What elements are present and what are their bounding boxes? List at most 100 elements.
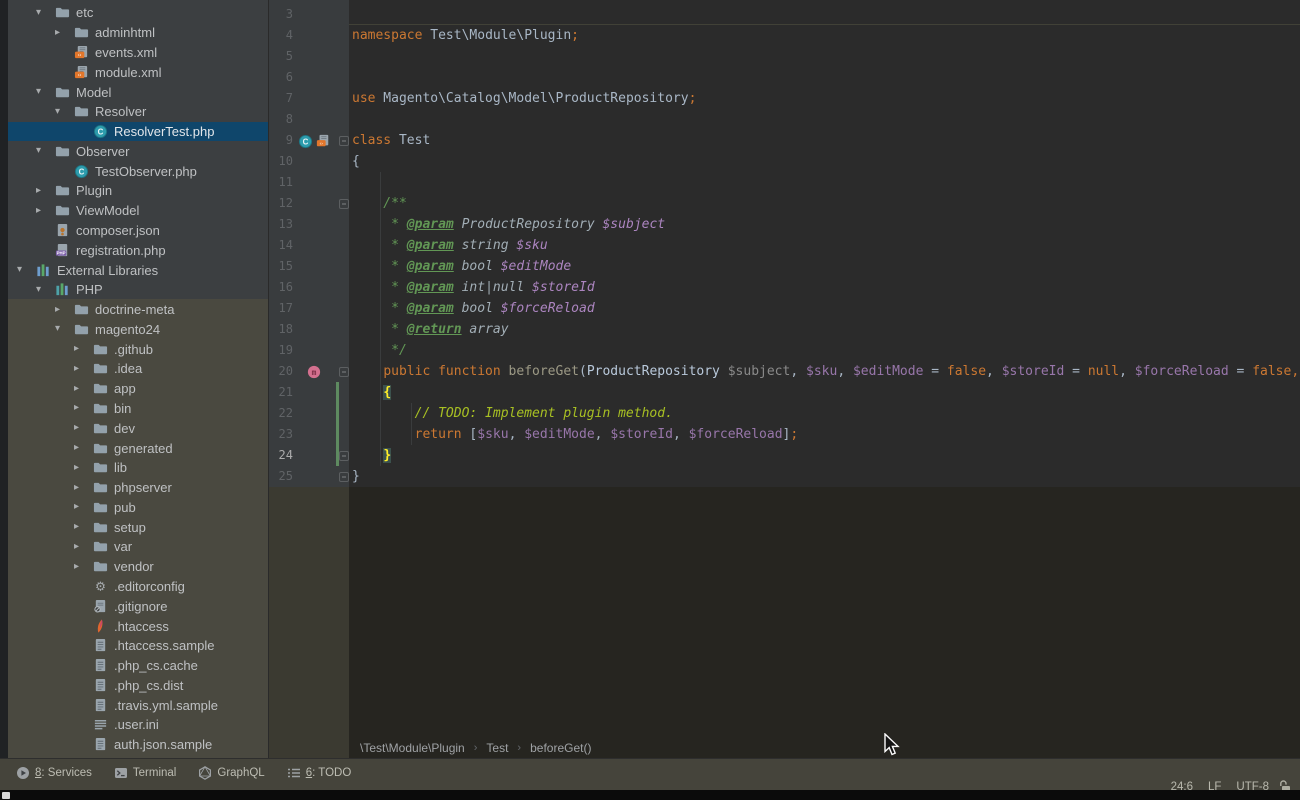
toolwindow-button--todo[interactable]: 6: TODO [287,766,352,780]
tree-item-plugin[interactable]: ▸Plugin [8,181,268,201]
tree-item--php-cs-dist[interactable]: .php_cs.dist [8,676,268,696]
tree-item-setup[interactable]: ▸setup [8,517,268,537]
toolwindow-button-terminal[interactable]: Terminal [114,766,176,780]
line-number[interactable]: 11 [269,172,293,193]
tree-item-model[interactable]: ▾Model [8,82,268,102]
chevron-expanded-icon[interactable]: ▾ [36,285,55,295]
line-number[interactable]: 16 [269,277,293,298]
tree-item--travis-yml-sample[interactable]: .travis.yml.sample [8,695,268,715]
tree-item-magento24[interactable]: ▾magento24 [8,319,268,339]
chevron-collapsed-icon[interactable]: ▸ [74,443,93,453]
line-number[interactable]: 7 [269,88,293,109]
chevron-expanded-icon[interactable]: ▾ [17,265,36,275]
line-number[interactable]: 13 [269,214,293,235]
chevron-collapsed-icon[interactable]: ▸ [55,305,74,315]
chevron-expanded-icon[interactable]: ▾ [55,107,74,117]
tree-item--gitignore[interactable]: .gitignore [8,596,268,616]
magento-xml-gutter-icon[interactable]: ‹› [316,134,330,148]
line-number[interactable]: 15 [269,256,293,277]
chevron-collapsed-icon[interactable]: ▸ [74,384,93,394]
chevron-collapsed-icon[interactable]: ▸ [74,344,93,354]
chevron-expanded-icon[interactable]: ▾ [36,87,55,97]
chevron-collapsed-icon[interactable]: ▸ [74,502,93,512]
chevron-collapsed-icon[interactable]: ▸ [55,28,74,38]
tree-item-pub[interactable]: ▸pub [8,498,268,518]
chevron-expanded-icon[interactable]: ▾ [36,146,55,156]
tree-item-testobserver-php[interactable]: CTestObserver.php [8,161,268,181]
fold-start-marker[interactable] [339,367,349,377]
fold-start-marker[interactable] [339,136,349,146]
tree-item-vendor[interactable]: ▸vendor [8,557,268,577]
tree-item-auth-json-sample[interactable]: auth.json.sample [8,735,268,755]
tree-item-generated[interactable]: ▸generated [8,438,268,458]
chevron-collapsed-icon[interactable]: ▸ [36,186,55,196]
tree-item--editorconfig[interactable]: ⚙.editorconfig [8,577,268,597]
project-tree-panel[interactable]: ▾etc▸adminhtml‹›events.xml‹›module.xml▾M… [8,0,268,758]
line-number[interactable]: 8 [269,109,293,130]
line-number[interactable]: 18 [269,319,293,340]
chevron-collapsed-icon[interactable]: ▸ [74,542,93,552]
tree-item--github[interactable]: ▸.github [8,339,268,359]
breadcrumb-item[interactable]: beforeGet() [530,741,591,755]
line-number[interactable]: 25 [269,466,293,487]
fold-end-marker[interactable] [339,451,349,461]
line-number[interactable]: 20 [269,361,293,382]
line-number[interactable]: 14 [269,235,293,256]
tree-item-dev[interactable]: ▸dev [8,418,268,438]
chevron-collapsed-icon[interactable]: ▸ [74,522,93,532]
tree-item--htaccess-sample[interactable]: .htaccess.sample [8,636,268,656]
tree-item-var[interactable]: ▸var [8,537,268,557]
line-number[interactable]: 3 [269,4,293,25]
breadcrumb-item[interactable]: Test [486,741,508,755]
chevron-collapsed-icon[interactable]: ▸ [74,423,93,433]
line-number[interactable]: 21 [269,382,293,403]
line-number[interactable]: 22 [269,403,293,424]
toolwindow-button--services[interactable]: 8: Services [16,766,92,780]
tree-item-registration-php[interactable]: PHPregistration.php [8,240,268,260]
tree-item-adminhtml[interactable]: ▸adminhtml [8,23,268,43]
php-class-gutter-icon[interactable]: C [298,134,312,148]
chevron-collapsed-icon[interactable]: ▸ [74,562,93,572]
tree-item--php-cs-cache[interactable]: .php_cs.cache [8,656,268,676]
tree-item-phpserver[interactable]: ▸phpserver [8,478,268,498]
chevron-collapsed-icon[interactable]: ▸ [74,364,93,374]
tree-item--idea[interactable]: ▸.idea [8,359,268,379]
line-number[interactable]: 6 [269,67,293,88]
fold-start-marker[interactable] [339,199,349,209]
chevron-expanded-icon[interactable]: ▾ [36,8,55,18]
tree-item--htaccess[interactable]: .htaccess [8,616,268,636]
breadcrumb-item[interactable]: \Test\Module\Plugin [360,741,465,755]
editor-code-pane[interactable]: \Test\Module\Plugin›Test›beforeGet() nam… [349,0,1300,758]
toolwindow-button-graphql[interactable]: GraphQL [198,766,264,780]
line-number[interactable]: 23 [269,424,293,445]
tree-item-bin[interactable]: ▸bin [8,399,268,419]
tree-item-lib[interactable]: ▸lib [8,458,268,478]
tree-item-doctrine-meta[interactable]: ▸doctrine-meta [8,300,268,320]
chevron-collapsed-icon[interactable]: ▸ [36,206,55,216]
tree-item-external-libraries[interactable]: ▾External Libraries [8,260,268,280]
tree-item--user-ini[interactable]: .user.ini [8,715,268,735]
tree-item-viewmodel[interactable]: ▸ViewModel [8,201,268,221]
chevron-expanded-icon[interactable]: ▾ [55,324,74,334]
fold-end-marker[interactable] [339,472,349,482]
tree-item-app[interactable]: ▸app [8,379,268,399]
tree-item-resolver[interactable]: ▾Resolver [8,102,268,122]
editor-gutter[interactable]: 3456789C‹›1011121314151617181920m2122232… [268,0,350,758]
tree-item-observer[interactable]: ▾Observer [8,141,268,161]
tree-item-composer-json[interactable]: composer.json [8,221,268,241]
chevron-collapsed-icon[interactable]: ▸ [74,463,93,473]
tree-item-php[interactable]: ▾PHP [8,280,268,300]
line-number[interactable]: 5 [269,46,293,67]
chevron-collapsed-icon[interactable]: ▸ [74,403,93,413]
line-number[interactable]: 4 [269,25,293,46]
tree-item-etc[interactable]: ▾etc [8,3,268,23]
chevron-collapsed-icon[interactable]: ▸ [74,483,93,493]
tree-item-module-xml[interactable]: ‹›module.xml [8,62,268,82]
vcs-added-lines-marker[interactable] [336,382,339,466]
line-number[interactable]: 19 [269,340,293,361]
tree-item-resolvertest-php[interactable]: CResolverTest.php [8,122,268,142]
tree-item-events-xml[interactable]: ‹›events.xml [8,43,268,63]
line-number[interactable]: 17 [269,298,293,319]
line-number[interactable]: 12 [269,193,293,214]
line-number[interactable]: 9 [269,130,293,151]
